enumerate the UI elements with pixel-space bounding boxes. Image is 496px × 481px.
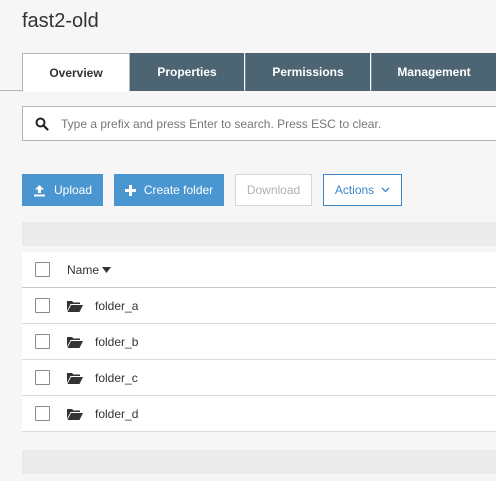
- actions-label: Actions: [334, 183, 375, 197]
- folder-open-icon: [67, 300, 83, 312]
- download-button[interactable]: Download: [235, 174, 312, 206]
- tab-permissions[interactable]: Permissions: [245, 53, 370, 91]
- create-folder-label: Create folder: [143, 183, 214, 197]
- plus-icon: [124, 184, 136, 196]
- row-checkbox[interactable]: [35, 298, 50, 313]
- objects-table: Name folder_a folder_b folder_c folder_d: [22, 252, 496, 432]
- create-folder-button[interactable]: Create folder: [114, 174, 224, 206]
- tab-properties[interactable]: Properties: [130, 53, 244, 91]
- table-header-row: Name: [22, 252, 496, 288]
- row-checkbox[interactable]: [35, 370, 50, 385]
- tab-overview[interactable]: Overview: [22, 53, 130, 92]
- folder-open-icon: [67, 408, 83, 420]
- s3-bucket-page: fast2-old Overview Properties Permission…: [0, 0, 496, 481]
- search-input[interactable]: [61, 116, 496, 131]
- actions-dropdown[interactable]: Actions: [323, 174, 402, 206]
- chevron-down-icon: [381, 187, 390, 193]
- folder-open-icon: [67, 372, 83, 384]
- name-column-header[interactable]: Name: [67, 262, 112, 277]
- folder-open-icon: [67, 336, 83, 348]
- folder-name-link[interactable]: folder_b: [95, 335, 138, 349]
- upload-icon: [33, 184, 46, 197]
- sort-descending-icon: [102, 266, 112, 273]
- search-icon: [23, 117, 61, 131]
- table-row[interactable]: folder_a: [22, 288, 496, 324]
- list-bottom-band: [22, 450, 496, 474]
- table-row[interactable]: folder_d: [22, 396, 496, 432]
- search-bar: [22, 106, 496, 141]
- name-column-label: Name: [67, 262, 100, 277]
- select-all-checkbox[interactable]: [35, 262, 50, 277]
- upload-button[interactable]: Upload: [22, 174, 103, 206]
- folder-name-link[interactable]: folder_c: [95, 371, 138, 385]
- folder-name-link[interactable]: folder_a: [95, 299, 138, 313]
- row-checkbox[interactable]: [35, 334, 50, 349]
- tab-management[interactable]: Management: [371, 53, 496, 91]
- page-title: fast2-old: [22, 10, 99, 32]
- table-row[interactable]: folder_b: [22, 324, 496, 360]
- folder-name-link[interactable]: folder_d: [95, 407, 138, 421]
- table-row[interactable]: folder_c: [22, 360, 496, 396]
- list-top-band: [22, 222, 496, 246]
- row-checkbox[interactable]: [35, 406, 50, 421]
- upload-label: Upload: [53, 183, 93, 197]
